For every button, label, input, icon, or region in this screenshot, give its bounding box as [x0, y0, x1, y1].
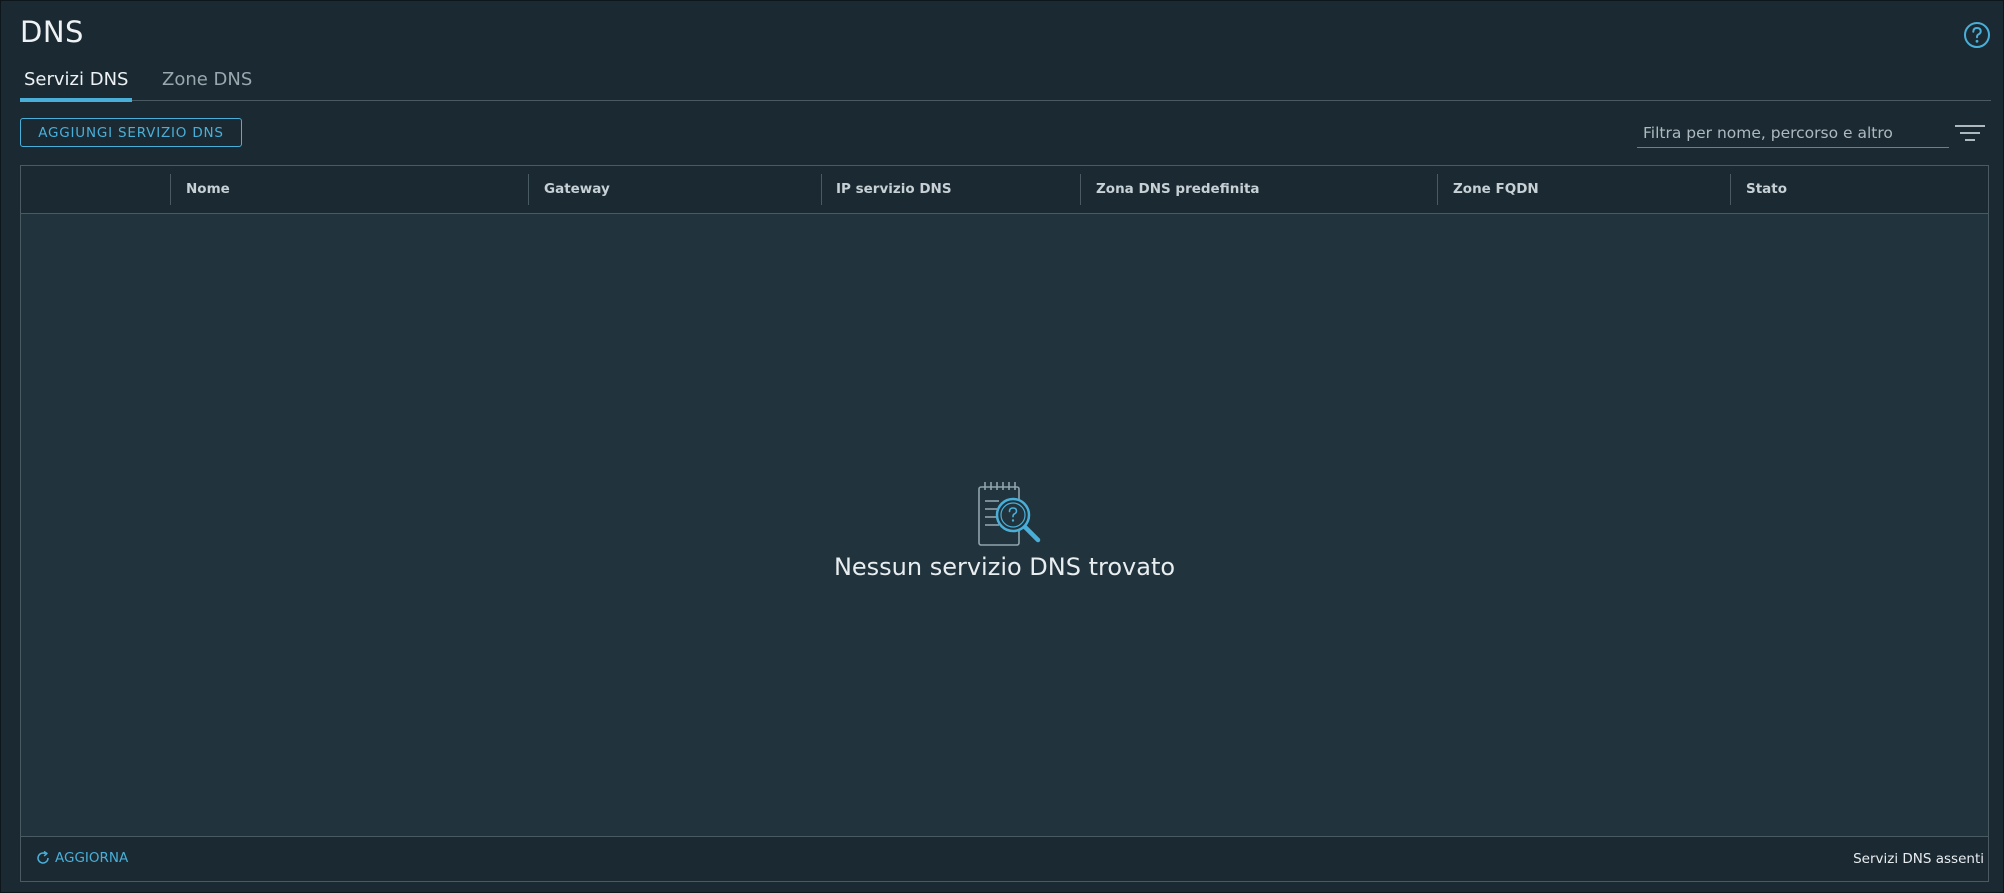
column-header-stato[interactable]: Stato [1746, 166, 1787, 213]
column-header-ip-servizio-dns[interactable]: IP servizio DNS [836, 166, 952, 213]
help-icon[interactable] [1963, 21, 1991, 49]
empty-search-icon [978, 482, 1041, 546]
refresh-icon [37, 850, 49, 864]
tab-servizi-dns[interactable]: Servizi DNS [20, 69, 133, 102]
tab-bar: Servizi DNS Zone DNS [20, 63, 1991, 102]
tab-zone-dns[interactable]: Zone DNS [158, 69, 256, 98]
column-separator[interactable] [1080, 174, 1081, 205]
refresh-button[interactable]: AGGIORNA [35, 850, 128, 866]
dns-services-datagrid: Nome Gateway IP servizio DNS Zona DNS pr… [20, 165, 1989, 882]
column-separator[interactable] [170, 174, 171, 205]
dns-page: DNS Servizi DNS Zone DNS AGGIUNGI SERVIZ… [0, 0, 2004, 893]
column-header-zone-fqdn[interactable]: Zone FQDN [1453, 166, 1539, 213]
refresh-label: AGGIORNA [55, 850, 129, 866]
page-title: DNS [20, 15, 84, 49]
column-separator[interactable] [1437, 174, 1438, 205]
footer-status-text: Servizi DNS assenti [1853, 851, 1984, 867]
column-header-gateway[interactable]: Gateway [544, 166, 610, 213]
datagrid-header: Nome Gateway IP servizio DNS Zona DNS pr… [21, 166, 1988, 214]
column-separator[interactable] [821, 174, 822, 205]
datagrid-footer: AGGIORNA Servizi DNS assenti [21, 836, 1988, 881]
column-separator[interactable] [1730, 174, 1731, 205]
column-header-nome[interactable]: Nome [186, 166, 230, 213]
column-header-zona-dns-predefinita[interactable]: Zona DNS predefinita [1096, 166, 1260, 213]
add-dns-service-button[interactable]: AGGIUNGI SERVIZIO DNS [20, 118, 242, 147]
empty-state-message: Nessun servizio DNS trovato [833, 553, 1176, 581]
column-separator[interactable] [528, 174, 529, 205]
filter-icon[interactable] [1955, 124, 1985, 142]
filter-input[interactable] [1637, 118, 1949, 148]
